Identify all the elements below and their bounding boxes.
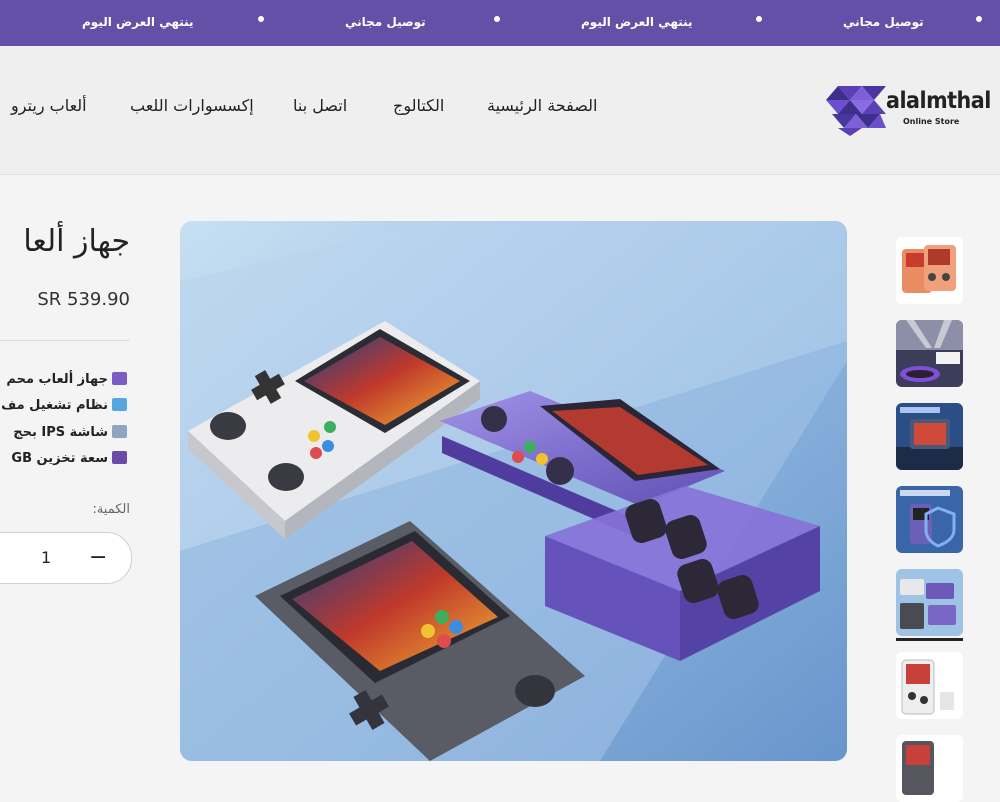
announcement-bar: توصيل مجاني ينتهي العرض اليوم توصيل مجان… <box>0 0 1000 46</box>
product-thumbnail[interactable] <box>896 403 963 470</box>
product-thumbnail[interactable] <box>896 320 963 387</box>
announcement-item: ينتهي العرض اليوم <box>82 15 194 29</box>
active-thumbnail-indicator <box>896 638 963 641</box>
product-thumbnail[interactable] <box>896 486 963 553</box>
product-thumbnail-active[interactable] <box>896 569 963 636</box>
bullet-icon <box>258 16 264 22</box>
product-price: SR 539.90 <box>37 289 130 310</box>
nav-home[interactable]: الصفحة الرئيسية <box>487 96 597 115</box>
product-thumbnail[interactable] <box>896 735 963 802</box>
logo-subtitle: Online Store <box>903 117 960 126</box>
quantity-input[interactable]: 1 <box>41 548 51 567</box>
product-thumbnail[interactable] <box>896 652 963 719</box>
floppy-disk-icon <box>112 451 127 464</box>
divider <box>0 340 130 341</box>
nav-gaming-accessories[interactable]: إكسسوارات اللعب <box>130 96 254 115</box>
product-title: جهاز ألعا <box>23 224 130 259</box>
computer-icon <box>112 398 127 411</box>
nav-contact[interactable]: اتصل بنا <box>293 96 347 115</box>
gamepad-icon <box>112 372 127 385</box>
bullet-icon <box>756 16 762 22</box>
bullet-icon <box>976 16 982 22</box>
tv-icon <box>112 425 127 438</box>
feature-text: نظام تشغيل مف <box>1 398 108 413</box>
feature-item: جهاز ألعاب محم <box>6 372 127 387</box>
feature-item: سعة تخزين GB <box>11 451 127 466</box>
nav-catalog[interactable]: الكتالوج <box>393 96 444 115</box>
logo-text: alalmthal <box>886 88 991 114</box>
announcement-item: توصيل مجاني <box>843 15 924 29</box>
bullet-icon <box>494 16 500 22</box>
retro-handheld-consoles-illustration <box>180 221 847 761</box>
feature-text: شاشة IPS بحج <box>13 425 108 440</box>
feature-text: سعة تخزين GB <box>11 451 108 466</box>
store-logo[interactable]: alalmthal Online Store <box>824 84 991 136</box>
quantity-stepper: 1 − <box>0 532 132 584</box>
logo-triangles-icon <box>826 86 886 136</box>
announcement-item: توصيل مجاني <box>345 15 426 29</box>
main-product-image[interactable] <box>180 221 847 761</box>
quantity-label: الكمية: <box>92 502 130 517</box>
feature-item: نظام تشغيل مف <box>1 398 127 413</box>
nav-retro-games[interactable]: ألعاب ريترو <box>11 96 87 115</box>
product-thumbnail[interactable] <box>896 237 963 304</box>
feature-text: جهاز ألعاب محم <box>6 372 108 387</box>
quantity-decrease-button[interactable]: − <box>89 545 107 570</box>
feature-item: شاشة IPS بحج <box>13 425 127 440</box>
announcement-item: ينتهي العرض اليوم <box>581 15 693 29</box>
